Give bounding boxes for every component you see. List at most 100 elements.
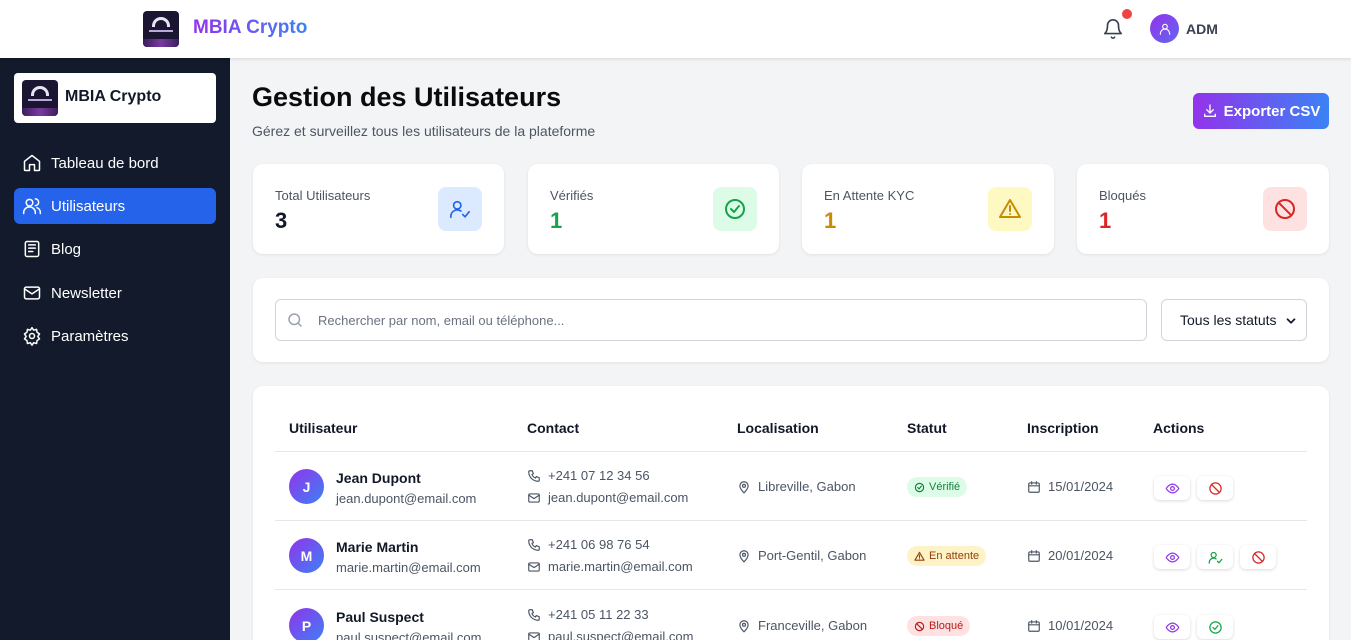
top-bar: MBIA Crypto ADM <box>0 0 1351 58</box>
sidebar-brand[interactable]: MBIA Crypto <box>14 73 216 123</box>
notification-dot <box>1122 9 1132 19</box>
phone-icon <box>528 608 540 621</box>
search-input[interactable] <box>318 301 1138 339</box>
column-header-registration: Inscription <box>1027 420 1099 436</box>
calendar-icon <box>1028 549 1040 562</box>
view-button[interactable] <box>1154 615 1190 639</box>
date-text: 10/01/2024 <box>1048 618 1114 633</box>
location: Port-Gentil, Gabon <box>737 548 866 563</box>
page-subtitle: Gérez et surveillez tous les utilisateur… <box>252 123 596 139</box>
avatar: P <box>289 608 324 640</box>
stat-value: 1 <box>1099 208 1112 233</box>
contact-phone: +241 06 98 76 54 <box>527 537 650 552</box>
user-label[interactable]: ADM <box>1186 21 1218 37</box>
map-pin-icon <box>739 619 749 632</box>
status-filter-value: Tous les statuts <box>1180 312 1277 328</box>
view-button[interactable] <box>1154 476 1190 500</box>
date-text: 20/01/2024 <box>1048 548 1114 563</box>
export-csv-button[interactable]: Exporter CSV <box>1193 93 1329 129</box>
location-text: Port-Gentil, Gabon <box>758 548 867 563</box>
brand-logo[interactable] <box>143 11 179 47</box>
stat-label: Vérifiés <box>550 188 594 203</box>
location-text: Franceville, Gabon <box>758 618 868 633</box>
stat-value: 1 <box>824 208 837 233</box>
search-box[interactable] <box>275 299 1147 341</box>
column-header-status: Statut <box>907 420 947 436</box>
gear-icon <box>23 326 41 346</box>
users-icon <box>22 198 42 215</box>
stat-card-blocked: Bloqués 1 <box>1077 164 1329 254</box>
bell-icon[interactable] <box>1102 18 1124 40</box>
user-check-icon <box>438 187 482 231</box>
status-text: Vérifié <box>929 481 961 493</box>
table-row: J Jean Dupont jean.dupont@email.com +241… <box>275 452 1307 521</box>
unblock-button[interactable] <box>1197 615 1233 639</box>
contact-email: paul.suspect@email.com <box>527 629 693 640</box>
stat-card-total: Total Utilisateurs 3 <box>253 164 504 254</box>
block-button[interactable] <box>1240 545 1276 569</box>
registration-date: 10/01/2024 <box>1027 618 1113 633</box>
map-pin-icon <box>739 549 749 562</box>
sidebar-item-blog[interactable]: Blog <box>14 231 216 267</box>
ban-icon <box>1251 550 1265 564</box>
view-button[interactable] <box>1154 545 1190 569</box>
chevron-down-icon <box>1286 318 1296 324</box>
phone-text: +241 06 98 76 54 <box>548 537 650 552</box>
block-button[interactable] <box>1197 476 1233 500</box>
user-name: Marie Martin <box>336 539 419 555</box>
warning-icon <box>988 187 1032 231</box>
search-icon <box>288 313 302 327</box>
sidebar-item-label: Tableau de bord <box>51 154 159 172</box>
ban-icon <box>1263 187 1307 231</box>
contact-email: jean.dupont@email.com <box>527 490 688 505</box>
stat-label: Bloqués <box>1099 188 1146 203</box>
status-text: En attente <box>929 550 980 562</box>
user-email: jean.dupont@email.com <box>336 491 477 506</box>
sidebar-item-label: Utilisateurs <box>51 197 126 215</box>
stat-value: 3 <box>275 208 288 233</box>
users-table: Utilisateur Contact Localisation Statut … <box>253 386 1329 640</box>
sidebar-item-dashboard[interactable]: Tableau de bord <box>14 145 216 181</box>
newspaper-icon <box>24 240 40 258</box>
ban-icon <box>1208 481 1222 495</box>
status-badge: Vérifié <box>907 477 968 497</box>
email-text: jean.dupont@email.com <box>548 490 689 505</box>
phone-text: +241 05 11 22 33 <box>548 607 649 622</box>
sidebar-logo <box>22 80 58 116</box>
phone-text: +241 07 12 34 56 <box>548 468 650 483</box>
sidebar-item-newsletter[interactable]: Newsletter <box>14 275 216 311</box>
location-text: Libreville, Gabon <box>758 479 856 494</box>
phone-icon <box>528 469 540 482</box>
check-circle-icon <box>914 482 925 492</box>
sidebar-brand-name: MBIA Crypto <box>65 88 162 105</box>
stat-label: Total Utilisateurs <box>275 188 371 203</box>
user-name: Jean Dupont <box>336 470 421 486</box>
location: Libreville, Gabon <box>737 479 856 494</box>
avatar: J <box>289 469 324 504</box>
contact-email: marie.martin@email.com <box>527 559 693 574</box>
sidebar: MBIA Crypto Tableau de bord Utilisateurs… <box>0 58 230 640</box>
verify-button[interactable] <box>1197 545 1233 569</box>
eye-icon <box>1165 621 1179 633</box>
sidebar-item-label: Blog <box>51 240 82 258</box>
page-title: Gestion des Utilisateurs <box>252 82 562 112</box>
registration-date: 15/01/2024 <box>1027 479 1113 494</box>
table-row: M Marie Martin marie.martin@email.com +2… <box>275 521 1307 590</box>
sidebar-item-settings[interactable]: Paramètres <box>14 318 216 354</box>
mail-icon <box>528 631 540 640</box>
column-header-location: Localisation <box>737 420 819 436</box>
status-badge: En attente <box>907 546 987 566</box>
sidebar-item-users[interactable]: Utilisateurs <box>14 188 216 224</box>
user-avatar[interactable] <box>1150 14 1179 43</box>
mail-icon <box>23 286 41 300</box>
location: Franceville, Gabon <box>737 618 867 633</box>
status-filter-select[interactable]: Tous les statuts <box>1161 299 1307 341</box>
column-header-actions: Actions <box>1153 420 1205 436</box>
registration-date: 20/01/2024 <box>1027 548 1113 563</box>
contact-phone: +241 05 11 22 33 <box>527 607 649 622</box>
email-text: marie.martin@email.com <box>548 559 693 574</box>
brand-name[interactable]: MBIA Crypto <box>193 17 307 39</box>
calendar-icon <box>1028 480 1040 493</box>
calendar-icon <box>1028 619 1040 632</box>
email-text: paul.suspect@email.com <box>548 629 694 640</box>
